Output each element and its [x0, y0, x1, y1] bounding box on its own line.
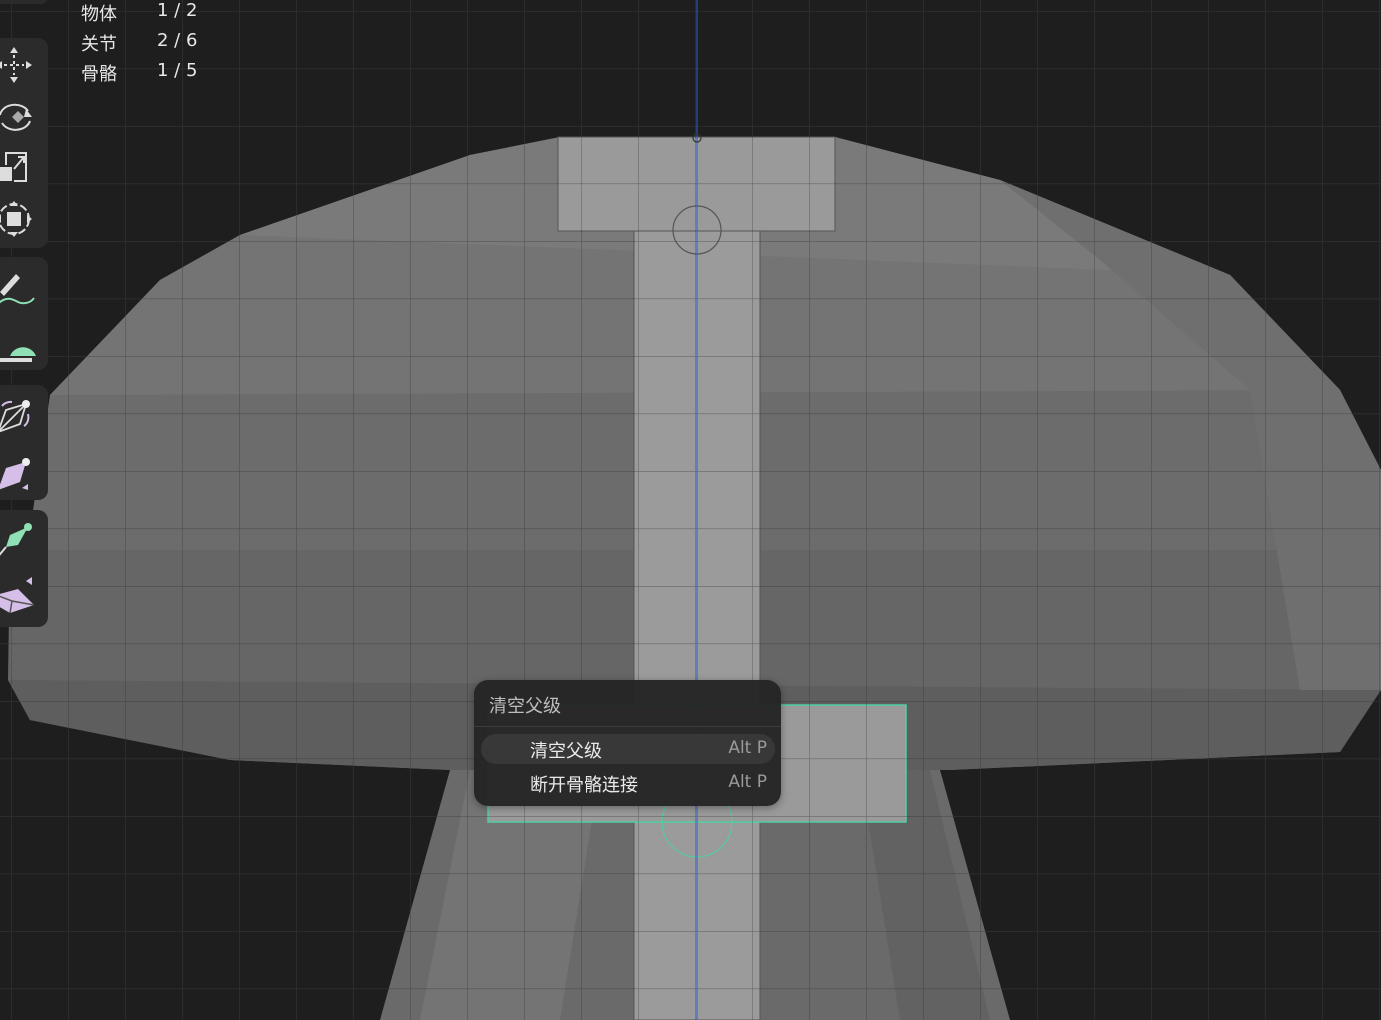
bone-roll-icon — [0, 400, 30, 433]
bone-envelope-icon — [0, 523, 32, 556]
3d-viewport[interactable] — [0, 0, 1381, 1020]
bone-size-icon — [0, 458, 30, 490]
menu-item-clear-parent[interactable]: 清空父级 Alt P — [481, 734, 775, 764]
stat-label: 骨骼 — [81, 64, 117, 85]
menu-item-label: 清空父级 — [530, 741, 602, 762]
menu-item-disconnect-bone[interactable]: 断开骨骼连接 Alt P — [481, 768, 775, 798]
clear-parent-menu: 清空父级 清空父级 Alt P 断开骨骼连接 Alt P — [474, 680, 781, 806]
tool-group-top — [0, 0, 48, 4]
stat-value: 1 / 2 — [157, 0, 198, 21]
menu-item-label: 断开骨骼连接 — [530, 775, 638, 796]
stat-value: 2 / 6 — [157, 30, 198, 51]
tool-group-annotate — [0, 257, 48, 370]
tool-bone-roll[interactable] — [0, 387, 44, 441]
tool-transform[interactable] — [0, 192, 44, 246]
tool-measure[interactable] — [0, 315, 44, 369]
rotate-icon — [0, 103, 32, 131]
measure-icon — [0, 326, 36, 362]
tool-group-transform — [0, 38, 48, 248]
annotate-icon — [0, 274, 35, 305]
tool-extrude[interactable] — [0, 570, 44, 624]
extrude-icon — [0, 577, 35, 614]
menu-item-shortcut: Alt P — [728, 738, 767, 758]
move-icon — [0, 47, 32, 83]
tool-group-bone — [0, 385, 48, 500]
tool-annotate[interactable] — [0, 259, 44, 313]
tool-scale[interactable] — [0, 140, 44, 194]
menu-divider — [474, 726, 781, 727]
tool-move[interactable] — [0, 38, 44, 92]
menu-item-shortcut: Alt P — [728, 772, 767, 792]
transform-icon — [0, 201, 32, 237]
stat-label: 关节 — [81, 34, 117, 55]
tool-rotate[interactable] — [0, 90, 44, 144]
scale-icon — [0, 152, 27, 182]
tool-bone-size[interactable] — [0, 445, 44, 499]
tool-bone-envelope[interactable] — [0, 512, 44, 566]
stat-label: 物体 — [81, 4, 117, 25]
stat-value: 1 / 5 — [157, 60, 198, 81]
tool-group-bone-edit — [0, 510, 48, 627]
menu-title: 清空父级 — [489, 696, 561, 717]
